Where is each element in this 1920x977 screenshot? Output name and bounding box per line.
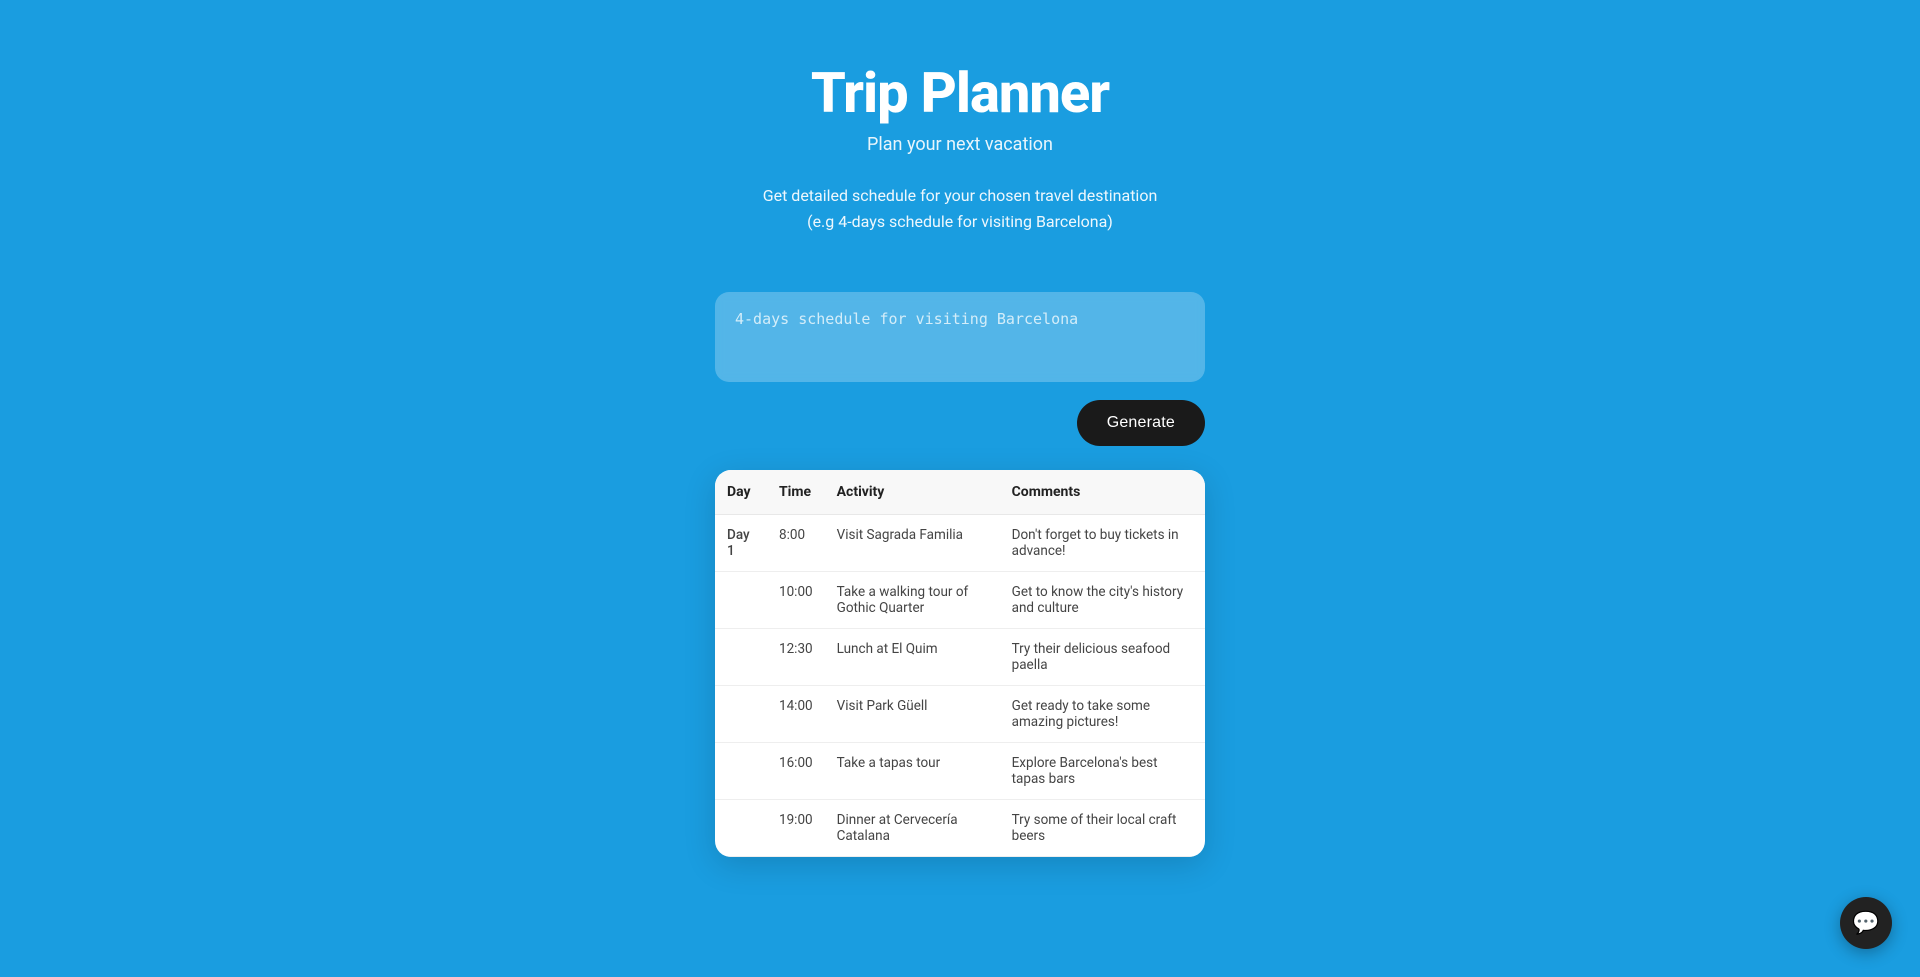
cell-activity: Take a walking tour of Gothic Quarter <box>825 572 1000 629</box>
cell-time: 8:00 <box>767 515 825 572</box>
cell-comments: Try their delicious seafood paella <box>1000 629 1205 686</box>
page-subtitle: Plan your next vacation <box>763 134 1158 155</box>
cell-comments: Explore Barcelona's best tapas bars <box>1000 743 1205 800</box>
header-section: Trip Planner Plan your next vacation Get… <box>763 60 1158 234</box>
table-row: Day 18:00Visit Sagrada FamiliaDon't forg… <box>715 515 1205 572</box>
trip-input[interactable] <box>715 292 1205 382</box>
input-section: Generate <box>715 292 1205 446</box>
col-header-day: Day <box>715 470 767 515</box>
cell-comments: Get to know the city's history and cultu… <box>1000 572 1205 629</box>
cell-comments: Don't forget to buy tickets in advance! <box>1000 515 1205 572</box>
cell-time: 16:00 <box>767 743 825 800</box>
cell-comments: Get ready to take some amazing pictures! <box>1000 686 1205 743</box>
cell-time: 19:00 <box>767 800 825 857</box>
page-description: Get detailed schedule for your chosen tr… <box>763 183 1158 234</box>
cell-time: 12:30 <box>767 629 825 686</box>
table-row: 14:00Visit Park GüellGet ready to take s… <box>715 686 1205 743</box>
col-header-comments: Comments <box>1000 470 1205 515</box>
cell-day <box>715 572 767 629</box>
generate-button[interactable]: Generate <box>1077 400 1205 446</box>
table-row: 19:00Dinner at Cervecería CatalanaTry so… <box>715 800 1205 857</box>
table-row: 16:00Take a tapas tourExplore Barcelona'… <box>715 743 1205 800</box>
cell-day: Day 1 <box>715 515 767 572</box>
page-title: Trip Planner <box>763 60 1158 126</box>
cell-day <box>715 629 767 686</box>
schedule-table: Day Time Activity Comments Day 18:00Visi… <box>715 470 1205 857</box>
table-header-row: Day Time Activity Comments <box>715 470 1205 515</box>
table-body: Day 18:00Visit Sagrada FamiliaDon't forg… <box>715 515 1205 857</box>
cell-activity: Visit Park Güell <box>825 686 1000 743</box>
cell-activity: Take a tapas tour <box>825 743 1000 800</box>
table-row: 12:30Lunch at El QuimTry their delicious… <box>715 629 1205 686</box>
cell-day <box>715 743 767 800</box>
col-header-time: Time <box>767 470 825 515</box>
col-header-activity: Activity <box>825 470 1000 515</box>
chat-icon: 💬 <box>1852 911 1879 936</box>
chat-bubble-button[interactable]: 💬 <box>1840 897 1892 949</box>
cell-activity: Visit Sagrada Familia <box>825 515 1000 572</box>
cell-activity: Lunch at El Quim <box>825 629 1000 686</box>
schedule-table-container: Day Time Activity Comments Day 18:00Visi… <box>715 470 1205 857</box>
cell-time: 14:00 <box>767 686 825 743</box>
generate-btn-row: Generate <box>715 400 1205 446</box>
cell-comments: Try some of their local craft beers <box>1000 800 1205 857</box>
cell-activity: Dinner at Cervecería Catalana <box>825 800 1000 857</box>
cell-day <box>715 686 767 743</box>
table-row: 10:00Take a walking tour of Gothic Quart… <box>715 572 1205 629</box>
cell-day <box>715 800 767 857</box>
cell-time: 10:00 <box>767 572 825 629</box>
